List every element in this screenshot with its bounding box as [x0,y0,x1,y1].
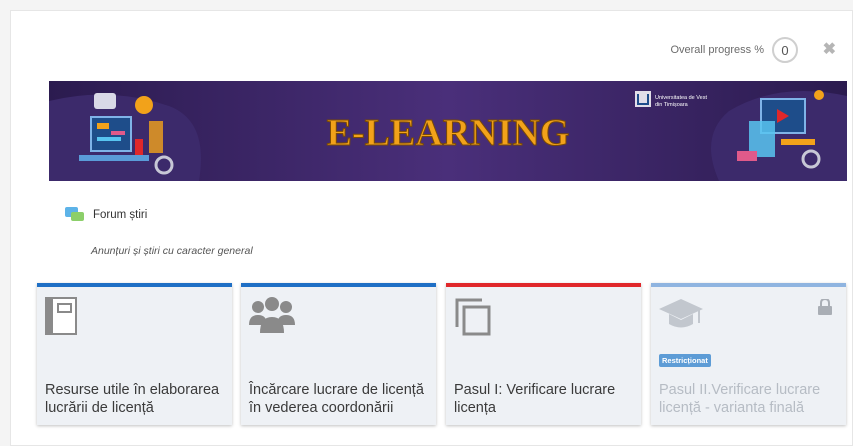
tile-accent-bar [446,283,641,287]
close-icon[interactable]: ✖ [823,39,836,59]
banner-title: E-LEARNING [327,112,570,154]
tile-title[interactable]: Pasul I: Verificare lucrare licența [454,381,633,417]
forum-icon [65,207,84,221]
svg-text:din Timișoara: din Timișoara [655,102,689,108]
tile-title[interactable]: Resurse utile în elaborarea lucrării de … [45,381,224,417]
tile-title[interactable]: Pasul II.Verificare lucrare licență - va… [659,381,838,417]
graduation-cap-icon [659,299,703,328]
section-tile-step1[interactable]: Pasul I: Verificare lucrare licența [446,283,641,425]
restricted-badge: Restricționat [659,354,711,367]
tile-accent-bar [241,283,436,287]
svg-text:Universitatea de Vest: Universitatea de Vest [655,95,707,101]
university-logo-icon [635,91,651,107]
lock-icon [818,299,832,315]
progress-value: 0 [772,37,798,63]
forum-label[interactable]: Forum știri [93,209,147,221]
group-icon [249,297,295,333]
tile-accent-bar [37,283,232,287]
notebook-icon [45,297,77,335]
progress-label: Overall progress % [670,44,764,56]
course-banner: E-LEARNING Universitatea de Vest din Tim… [49,81,847,181]
section-tile-upload[interactable]: Încărcare lucrare de licență în vederea … [241,283,436,425]
course-panel: Overall progress % 0 ✖ E-LEARNING Univer… [10,10,853,446]
section-tile-resources[interactable]: Resurse utile în elaborarea lucrării de … [37,283,232,425]
forum-link[interactable]: Forum știri [65,207,147,223]
overall-progress: Overall progress % 0 [670,37,798,63]
section-tile-step2[interactable]: Restricționat Pasul II.Verificare lucrar… [651,283,846,425]
banner-image: E-LEARNING Universitatea de Vest din Tim… [49,81,847,181]
forum-description: Anunțuri și știri cu caracter general [91,245,253,257]
tile-title[interactable]: Încărcare lucrare de licență în vederea … [249,381,428,417]
copy-icon [455,298,491,336]
tile-accent-bar [651,283,846,287]
